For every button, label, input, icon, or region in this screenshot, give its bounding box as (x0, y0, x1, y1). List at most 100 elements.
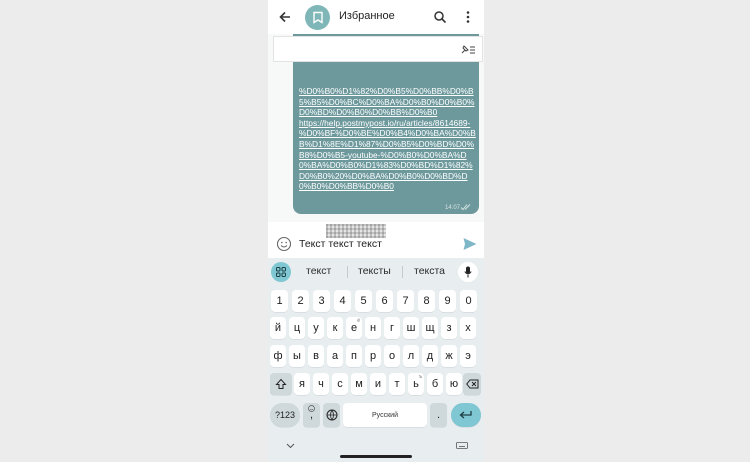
key-letter[interactable]: д (422, 345, 438, 367)
home-indicator[interactable] (340, 455, 412, 458)
key-2[interactable]: 2 (292, 290, 309, 312)
key-label: ч (318, 378, 324, 390)
key-letter[interactable]: ьъ (408, 373, 424, 395)
key-label: п (351, 350, 357, 362)
message-input[interactable]: Текст текст текст (299, 238, 382, 250)
chat-title[interactable]: Избранное (339, 10, 395, 22)
pin-list-icon[interactable] (460, 44, 476, 55)
key-1[interactable]: 1 (271, 290, 288, 312)
message-link-text[interactable]: %D0%B0%D1%82%D0%B5%D0%BB%D0%B5%B5%D0%BC%… (299, 86, 477, 192)
key-letter[interactable]: ц (289, 317, 305, 339)
emoji-icon[interactable] (276, 236, 292, 252)
key-8[interactable]: 8 (418, 290, 435, 312)
message-time: 14:07 (444, 205, 460, 211)
key-label: ж (445, 350, 453, 362)
key-letter[interactable]: л (403, 345, 419, 367)
avatar[interactable] (305, 5, 330, 30)
key-letter[interactable]: р (365, 345, 381, 367)
chat-area[interactable]: %D0%B0%D1%82%D0%B5%D0%BB%D0%B5%B5%D0%BC%… (268, 34, 484, 222)
enter-icon (459, 411, 472, 419)
keyboard: текст тексты текста 1 2 3 4 5 6 7 8 9 0 … (268, 258, 484, 462)
more-vert-icon[interactable] (457, 6, 479, 28)
key-label: э (465, 350, 471, 362)
key-letter[interactable]: к (327, 317, 343, 339)
key-label: г (389, 322, 394, 334)
key-letter[interactable]: у (308, 317, 324, 339)
keyboard-navbar (268, 442, 484, 462)
arrow-left-icon[interactable] (274, 6, 296, 28)
key-label: о (388, 350, 396, 362)
key-letter[interactable]: г (384, 317, 400, 339)
key-letter[interactable]: т (389, 373, 405, 395)
key-letter[interactable]: б (427, 373, 443, 395)
key-letter[interactable]: м (351, 373, 367, 395)
grid-apps-icon[interactable] (271, 262, 291, 282)
key-label: ю (449, 378, 459, 390)
key-label: с (337, 378, 343, 390)
key-letter[interactable]: з (441, 317, 457, 339)
key-letter[interactable]: э (460, 345, 476, 367)
shift-key[interactable] (270, 373, 292, 395)
key-label: ы (293, 350, 301, 362)
key-4[interactable]: 4 (334, 290, 351, 312)
key-letter[interactable]: я (294, 373, 310, 395)
comma-key[interactable]: , (303, 403, 320, 427)
key-label: з (446, 322, 452, 334)
key-letter[interactable]: ы (289, 345, 305, 367)
symbols-key[interactable]: ?123 (270, 403, 300, 427)
key-hint: ё (357, 318, 360, 324)
key-letter[interactable]: ф (270, 345, 286, 367)
key-letter[interactable]: н (365, 317, 381, 339)
key-label: е (350, 322, 358, 334)
key-label: щ (425, 322, 435, 334)
key-letter[interactable]: ю (446, 373, 462, 395)
key-label: л (407, 350, 415, 362)
search-icon[interactable] (429, 6, 451, 28)
space-bar[interactable]: Русский (343, 403, 427, 427)
key-letter[interactable]: о (384, 345, 400, 367)
globe-key[interactable] (323, 403, 340, 427)
key-label: у (313, 322, 319, 334)
keyboard-icon[interactable] (456, 442, 468, 449)
attachment-preview[interactable] (326, 224, 386, 238)
key-letter[interactable]: ж (441, 345, 457, 367)
suggestion-2[interactable]: тексты (358, 265, 391, 277)
send-icon[interactable] (462, 236, 478, 252)
key-letter[interactable]: а (327, 345, 343, 367)
enter-key[interactable] (451, 403, 481, 427)
key-letter[interactable]: ш (403, 317, 419, 339)
key-label: ф (273, 350, 283, 362)
key-0[interactable]: 0 (460, 290, 477, 312)
key-6[interactable]: 6 (376, 290, 393, 312)
chevron-down-icon[interactable] (286, 443, 295, 449)
key-letter[interactable]: х (460, 317, 476, 339)
key-letter[interactable]: ч (313, 373, 329, 395)
key-label: ш (406, 322, 416, 334)
period-key[interactable]: . (430, 403, 447, 427)
key-label: д (426, 350, 434, 362)
key-letter[interactable]: щ (422, 317, 438, 339)
suggestion-1[interactable]: текст (306, 265, 331, 277)
suggestion-strip: текст тексты текста (268, 258, 484, 286)
key-7[interactable]: 7 (397, 290, 414, 312)
key-label: т (394, 378, 400, 390)
key-9[interactable]: 9 (439, 290, 456, 312)
pinned-bar[interactable] (273, 36, 483, 62)
key-letter[interactable]: п (346, 345, 362, 367)
key-label: й (274, 322, 282, 334)
key-label: к (332, 322, 338, 334)
key-3[interactable]: 3 (313, 290, 330, 312)
key-letter[interactable]: в (308, 345, 324, 367)
key-label: в (313, 350, 319, 362)
key-letter[interactable]: с (332, 373, 348, 395)
key-letter[interactable]: и (370, 373, 386, 395)
backspace-key[interactable] (463, 373, 481, 395)
key-label: ц (293, 322, 301, 334)
mic-icon[interactable] (458, 262, 478, 282)
key-letter[interactable]: й (270, 317, 286, 339)
backspace-icon (465, 379, 478, 389)
key-5[interactable]: 5 (355, 290, 372, 312)
key-label: р (369, 350, 377, 362)
suggestion-3[interactable]: текста (414, 265, 445, 277)
key-letter[interactable]: её (346, 317, 362, 339)
